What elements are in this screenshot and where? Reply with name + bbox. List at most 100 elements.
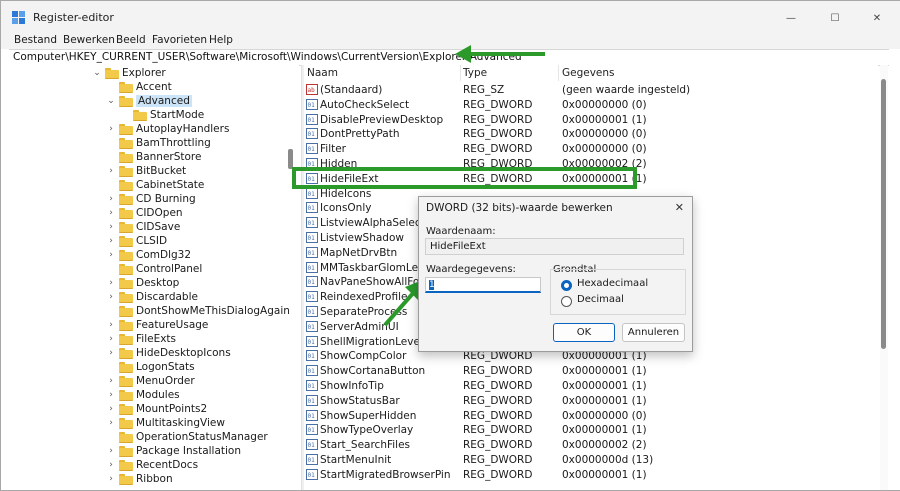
chevron-right-icon[interactable] [106, 304, 116, 318]
tree-item[interactable]: › FeatureUsage [106, 318, 208, 332]
ok-button[interactable]: OK [553, 323, 615, 342]
tree-item[interactable]: CabinetState [106, 178, 204, 192]
tree-item[interactable]: › MountPoints2 [106, 402, 207, 416]
chevron-right-icon[interactable]: › [106, 472, 116, 486]
tree-item[interactable]: › MenuOrder [106, 374, 195, 388]
tree-item[interactable]: LogonStats [106, 360, 195, 374]
chevron-right-icon[interactable] [106, 80, 116, 94]
chevron-right-icon[interactable] [106, 262, 116, 276]
chevron-right-icon[interactable]: › [106, 164, 116, 178]
chevron-right-icon[interactable]: › [106, 346, 116, 360]
value-data-input[interactable]: 1 [425, 277, 541, 293]
column-separator[interactable] [460, 65, 461, 81]
hexadecimal-radio[interactable] [561, 280, 572, 291]
tree-scrollbar-thumb[interactable] [288, 149, 293, 169]
tree-item[interactable]: BannerStore [106, 150, 201, 164]
table-row[interactable]: 01 ShowInfoTip REG_DWORD 0x00000001 (1) [304, 379, 878, 393]
chevron-right-icon[interactable]: › [106, 276, 116, 290]
values-scrollbar-thumb[interactable] [881, 79, 886, 349]
chevron-right-icon[interactable]: › [106, 388, 116, 402]
menu-favorieten[interactable]: Favorieten [152, 34, 207, 46]
tree-item[interactable]: OperationStatusManager [106, 430, 268, 444]
chevron-right-icon[interactable]: › [106, 318, 116, 332]
values-scrollbar[interactable] [880, 65, 888, 490]
column-separator[interactable] [558, 65, 559, 81]
chevron-right-icon[interactable]: › [106, 122, 116, 136]
chevron-right-icon[interactable]: › [106, 332, 116, 346]
tree-item[interactable]: StartMode [120, 108, 204, 122]
table-row[interactable]: 01 DontPrettyPath REG_DWORD 0x00000000 (0) [304, 127, 878, 141]
tree-item[interactable]: ⌄ Explorer [92, 66, 166, 80]
table-row[interactable]: 01 AutoCheckSelect REG_DWORD 0x00000000 (0) [304, 98, 878, 112]
chevron-down-icon[interactable]: ⌄ [106, 94, 116, 108]
tree-item[interactable]: › Modules [106, 388, 180, 402]
menu-bestand[interactable]: Bestand [14, 34, 57, 46]
tree-item[interactable]: › BitBucket [106, 164, 186, 178]
decimal-radio[interactable] [561, 296, 572, 307]
tree-item[interactable]: › MultitaskingView [106, 416, 225, 430]
chevron-right-icon[interactable]: › [106, 248, 116, 262]
chevron-right-icon[interactable] [106, 150, 116, 164]
table-row[interactable]: 01 StartMigratedBrowserPin REG_DWORD 0x0000… [304, 468, 878, 482]
chevron-right-icon[interactable] [106, 360, 116, 374]
table-row[interactable]: 01 DisablePreviewDesktop REG_DWORD 0x000000… [304, 113, 878, 127]
chevron-right-icon[interactable]: › [106, 458, 116, 472]
chevron-right-icon[interactable]: › [106, 402, 116, 416]
tree-item[interactable]: › Package Installation [106, 444, 241, 458]
menu-bewerken[interactable]: Bewerken [63, 34, 115, 46]
hexadecimal-label[interactable]: Hexadecimaal [577, 278, 648, 289]
dialog-close-button[interactable]: ✕ [675, 201, 684, 214]
tree-item[interactable]: › RecentDocs [106, 458, 198, 472]
tree-item[interactable]: BamThrottling [106, 136, 211, 150]
chevron-right-icon[interactable] [106, 136, 116, 150]
address-bar[interactable]: Computer\HKEY_CURRENT_USER\Software\Micr… [9, 49, 889, 66]
table-row[interactable]: ab (Standaard) REG_SZ (geen waarde ingestel… [304, 83, 878, 97]
decimal-label[interactable]: Decimaal [577, 294, 624, 305]
close-button[interactable]: ✕ [855, 7, 899, 29]
menu-help[interactable]: Help [209, 34, 233, 46]
tree-item[interactable]: › CIDSave [106, 220, 180, 234]
table-row[interactable]: 01 ShowSuperHidden REG_DWORD 0x00000000 (0) [304, 409, 878, 423]
chevron-right-icon[interactable]: › [106, 416, 116, 430]
chevron-right-icon[interactable] [106, 178, 116, 192]
tree-item[interactable]: › CLSID [106, 234, 167, 248]
chevron-right-icon[interactable] [120, 108, 130, 122]
column-header-type[interactable]: Type [463, 67, 487, 79]
tree-item[interactable]: › Desktop [106, 276, 179, 290]
chevron-right-icon[interactable]: › [106, 192, 116, 206]
column-header-name[interactable]: Naam [307, 67, 338, 79]
table-row[interactable]: 01 StartMenuInit REG_DWORD 0x0000000d (13) [304, 453, 878, 467]
chevron-right-icon[interactable]: › [106, 444, 116, 458]
address-path[interactable]: Computer\HKEY_CURRENT_USER\Software\Micr… [13, 51, 522, 63]
table-row[interactable]: 01 ShowCortanaButton REG_DWORD 0x00000001 (… [304, 364, 878, 378]
column-header-data[interactable]: Gegevens [562, 67, 615, 79]
cancel-button[interactable]: Annuleren [622, 323, 685, 342]
tree-item[interactable]: › CD Burning [106, 192, 196, 206]
registry-tree[interactable]: ⌄ Explorer Accent ⌄ Advanced StartMode › Autopl… [9, 65, 299, 490]
tree-item[interactable]: › ComDlg32 [106, 248, 191, 262]
table-row[interactable]: 01 ShowStatusBar REG_DWORD 0x00000001 (1) [304, 394, 878, 408]
chevron-right-icon[interactable]: › [106, 374, 116, 388]
menu-beeld[interactable]: Beeld [116, 34, 146, 46]
maximize-button[interactable]: ☐ [813, 7, 857, 29]
tree-item[interactable]: ControlPanel [106, 262, 202, 276]
tree-item[interactable]: ⌄ Advanced [106, 94, 192, 108]
tree-item[interactable]: Accent [106, 80, 172, 94]
tree-item[interactable]: › AutoplayHandlers [106, 122, 229, 136]
tree-item[interactable]: DontShowMeThisDialogAgain [106, 304, 290, 318]
chevron-right-icon[interactable]: › [106, 290, 116, 304]
tree-item[interactable]: › Discardable [106, 290, 198, 304]
chevron-right-icon[interactable]: › [106, 220, 116, 234]
chevron-right-icon[interactable]: › [106, 206, 116, 220]
minimize-button[interactable]: — [769, 7, 813, 29]
tree-item[interactable]: › Ribbon [106, 472, 173, 486]
chevron-down-icon[interactable]: ⌄ [92, 66, 102, 80]
chevron-right-icon[interactable] [106, 430, 116, 444]
tree-item[interactable]: › HideDesktopIcons [106, 346, 231, 360]
tree-item[interactable]: › CIDOpen [106, 206, 183, 220]
tree-item[interactable]: › FileExts [106, 332, 176, 346]
table-row[interactable]: 01 Start_SearchFiles REG_DWORD 0x00000002 (… [304, 438, 878, 452]
chevron-right-icon[interactable]: › [106, 234, 116, 248]
table-row[interactable]: 01 ShowTypeOverlay REG_DWORD 0x00000001 (1) [304, 423, 878, 437]
table-row[interactable]: 01 Filter REG_DWORD 0x00000000 (0) [304, 142, 878, 156]
